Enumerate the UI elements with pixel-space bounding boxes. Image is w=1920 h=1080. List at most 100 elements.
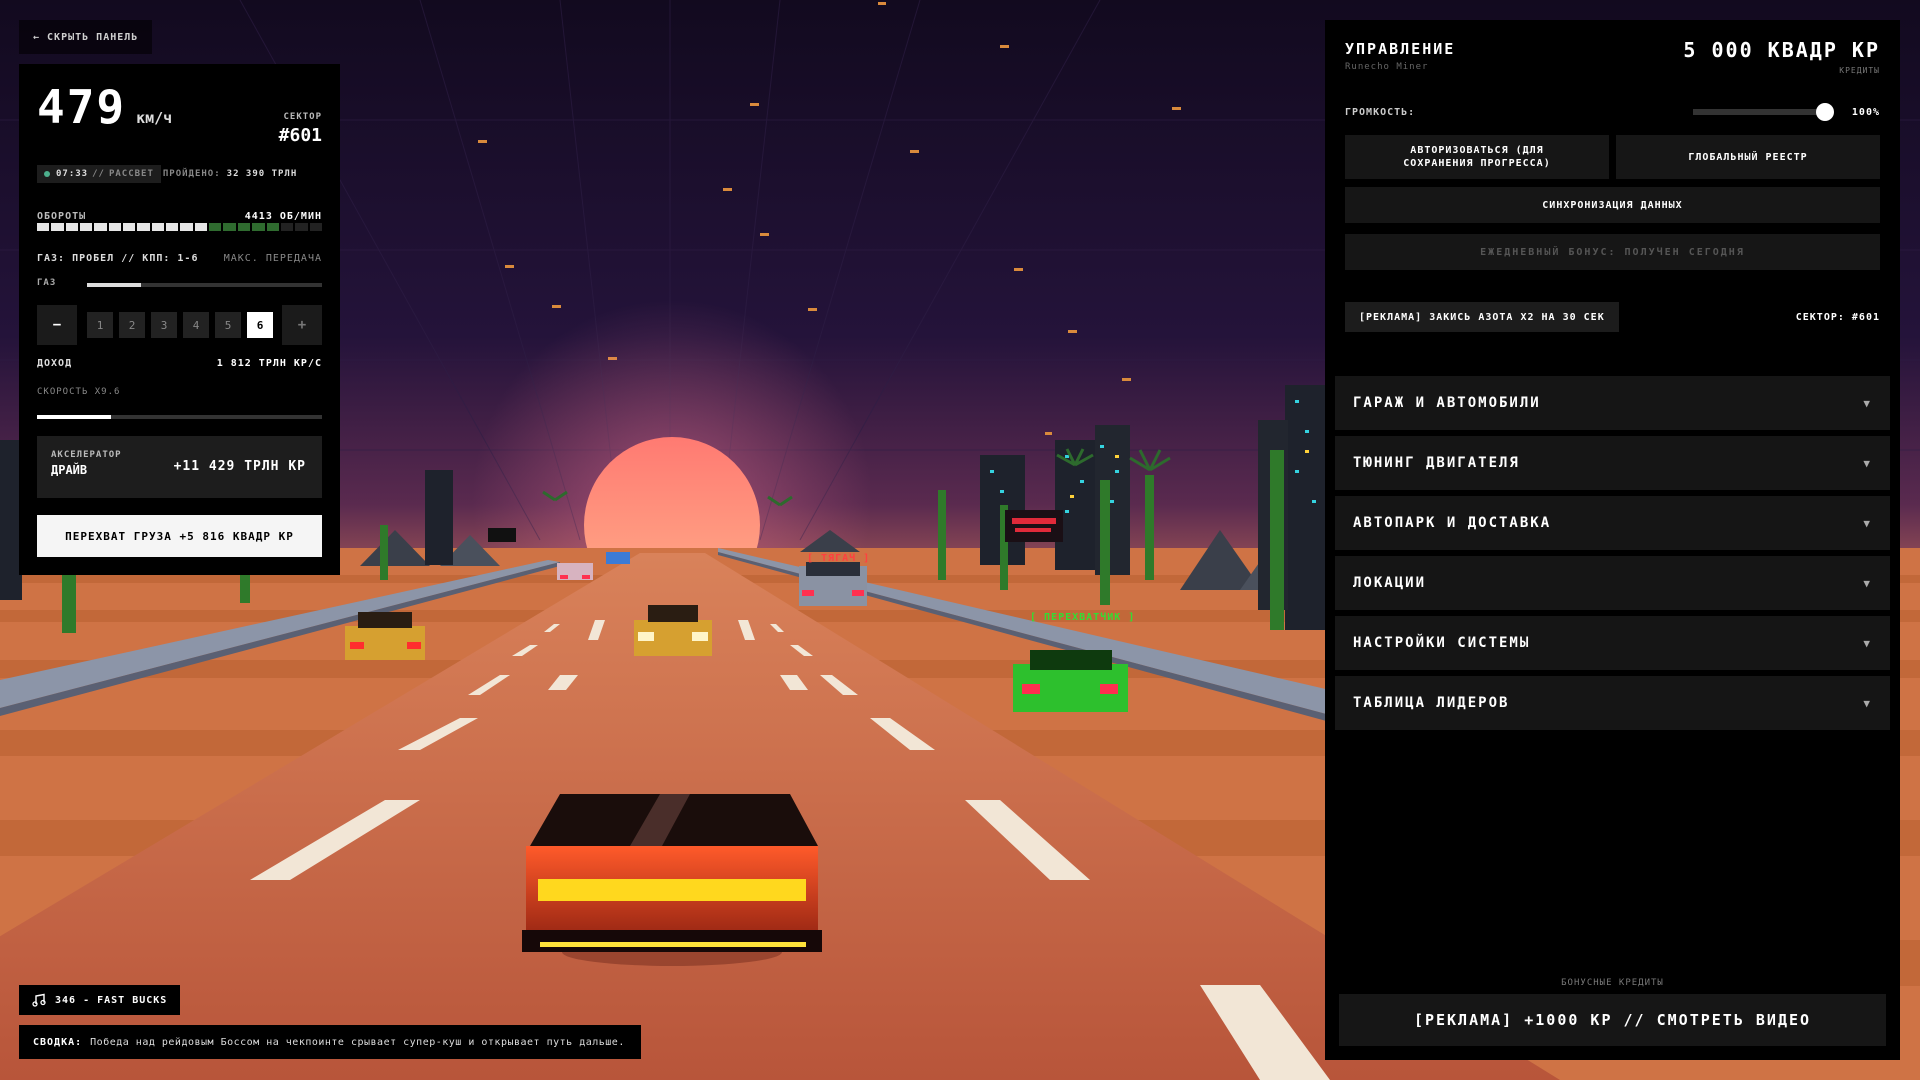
volume-control: ГРОМКОСТЬ: 100% <box>1345 102 1880 122</box>
gear-3-button[interactable]: 3 <box>151 312 177 338</box>
hide-panel-button[interactable]: ← СКРЫТЬ ПАНЕЛЬ <box>19 20 153 54</box>
daily-bonus-button: ЕЖЕДНЕВНЫЙ БОНУС: ПОЛУЧЕН СЕГОДНЯ <box>1345 234 1880 270</box>
sector-display: СЕКТОР #601 <box>279 112 322 146</box>
controls-hint-row: ГАЗ: ПРОБЕЛ // КПП: 1-6 МАКС. ПЕРЕДАЧА <box>37 253 322 264</box>
tow-truck-tag: [ ТЯГАЧ ] <box>807 552 870 564</box>
chevron-down-icon: ▼ <box>1863 396 1872 410</box>
passed-value: 32 390 ТРЛН <box>226 169 298 179</box>
volume-slider-knob[interactable] <box>1816 103 1834 121</box>
income-value: 1 812 ТРЛН КР/С <box>216 358 322 369</box>
rpm-segment <box>51 223 64 231</box>
panel-title: УПРАВЛЕНИЕ <box>1345 40 1456 58</box>
section-1-toggle[interactable]: ГАРАЖ И АВТОМОБИЛИ ▼ <box>1335 376 1890 430</box>
accelerator-card: АКСЕЛЕРАТОР ДРАЙВ +11 429 ТРЛН КР <box>37 436 322 498</box>
section-6-toggle[interactable]: ТАБЛИЦА ЛИДЕРОВ ▼ <box>1335 676 1890 730</box>
section-label: ТЮНИНГ ДВИГАТЕЛЯ <box>1353 455 1520 471</box>
sector-label: СЕКТОР <box>283 112 322 122</box>
section-label: НАСТРОЙКИ СИСТЕМЫ <box>1353 635 1531 651</box>
credits-display: 5 000 КВАДР КР КРЕДИТЫ <box>1683 38 1880 75</box>
rpm-segment <box>280 223 294 231</box>
sync-data-button[interactable]: СИНХРОНИЗАЦИЯ ДАННЫХ <box>1345 187 1880 223</box>
section-3-toggle[interactable]: АВТОПАРК И ДОСТАВКА ▼ <box>1335 496 1890 550</box>
sector-value: #601 <box>278 125 322 146</box>
track-title: 346 - FAST BUCKS <box>55 994 168 1006</box>
gear-5-button[interactable]: 5 <box>215 312 241 338</box>
player-car <box>522 794 822 966</box>
summary-bar: СВОДКА: Победа над рейдовым Боссом на че… <box>19 1025 641 1059</box>
rpm-value: 4413 ОБ/МИН <box>244 211 322 222</box>
speed-mult-row: СКОРОСТЬ X9.6 <box>37 387 322 397</box>
speed-value: 479 <box>37 80 127 134</box>
rpm-segment <box>209 223 222 231</box>
rpm-segment <box>123 223 136 231</box>
income-row: ДОХОД 1 812 ТРЛН КР/С <box>37 358 322 369</box>
panel-header: УПРАВЛЕНИЕ Runecho Miner <box>1345 40 1455 72</box>
bonus-credits-label: БОНУСНЫЕ КРЕДИТЫ <box>1561 978 1664 988</box>
gas-row: ГАЗ <box>37 278 77 288</box>
accelerator-value: +11 429 ТРЛН КР <box>173 459 306 474</box>
rpm-segment <box>252 223 265 231</box>
speed-unit: км/ч <box>136 109 173 127</box>
summary-text: Победа над рейдовым Боссом на чекпоинте … <box>90 1036 625 1048</box>
chevron-down-icon: ▼ <box>1863 456 1872 470</box>
speed-mult-bar <box>37 415 322 419</box>
gear-4-button[interactable]: 4 <box>183 312 209 338</box>
rpm-segment <box>194 223 208 231</box>
passed-label: ПРОЙДЕНО: <box>162 169 221 179</box>
section-4-toggle[interactable]: ЛОКАЦИИ ▼ <box>1335 556 1890 610</box>
section-label: АВТОПАРК И ДОСТАВКА <box>1353 515 1552 531</box>
rpm-segment <box>166 223 179 231</box>
speed-mult-fill <box>37 415 112 419</box>
rpm-segment <box>80 223 93 231</box>
hud-panel: 479 км/ч СЕКТОР #601 07:33 // РАССВЕТ ПР… <box>19 64 340 575</box>
global-registry-button[interactable]: ГЛОБАЛЬНЫЙ РЕЕСТР <box>1616 135 1880 179</box>
credits-value: 5 000 КВАДР КР <box>1683 38 1880 62</box>
gear-1-button[interactable]: 1 <box>87 312 113 338</box>
rpm-segment <box>180 223 193 231</box>
watch-ad-bonus-button[interactable]: [РЕКЛАМА] +1000 КР // СМОТРЕТЬ ВИДЕО <box>1339 994 1886 1046</box>
time-value: 07:33 <box>56 169 89 179</box>
intercept-cargo-button[interactable]: ПЕРЕХВАТ ГРУЗА +5 816 КВАДР КР <box>37 515 322 557</box>
section-label: ГАРАЖ И АВТОМОБИЛИ <box>1353 395 1541 411</box>
gas-bar <box>87 283 322 287</box>
music-widget[interactable]: 346 - FAST BUCKS <box>19 985 181 1015</box>
rpm-label: ОБОРОТЫ <box>37 211 87 222</box>
gear-up-button[interactable]: + <box>282 305 322 345</box>
time-bar: 07:33 // РАССВЕТ ПРОЙДЕНО: 32 390 ТРЛН <box>37 165 322 183</box>
income-label: ДОХОД <box>37 358 73 369</box>
section-2-toggle[interactable]: ТЮНИНГ ДВИГАТЕЛЯ ▼ <box>1335 436 1890 490</box>
time-separator: // <box>92 169 105 179</box>
volume-slider-track[interactable] <box>1693 109 1823 115</box>
time-status-dot <box>44 171 50 177</box>
ad-nitro-button[interactable]: [РЕКЛАМА] ЗАКИСЬ АЗОТА X2 НА 30 СЕК <box>1345 302 1619 332</box>
gas-hint: ГАЗ: ПРОБЕЛ // КПП: 1-6 <box>37 253 199 264</box>
rpm-segment <box>237 223 251 231</box>
gear-selector: 123456 <box>87 312 273 338</box>
rpm-segment <box>137 223 150 231</box>
speed-mult-label: СКОРОСТЬ X9.6 <box>37 387 121 397</box>
rpm-segment <box>223 223 236 231</box>
chevron-down-icon: ▼ <box>1863 576 1872 590</box>
rpm-segment <box>94 223 107 231</box>
auth-button[interactable]: АВТОРИЗОВАТЬСЯ (ДЛЯ СОХРАНЕНИЯ ПРОГРЕССА… <box>1345 135 1609 179</box>
summary-label: СВОДКА: <box>33 1036 83 1048</box>
gas-bar-fill <box>87 283 142 287</box>
rpm-row: ОБОРОТЫ 4413 ОБ/МИН <box>37 211 322 222</box>
gas-label: ГАЗ <box>37 278 57 288</box>
rpm-segment <box>266 223 279 231</box>
time-phase: РАССВЕТ <box>108 169 154 179</box>
panel-sector: СЕКТОР: #601 <box>1795 312 1880 323</box>
chevron-down-icon: ▼ <box>1863 636 1872 650</box>
control-panel: УПРАВЛЕНИЕ Runecho Miner 5 000 КВАДР КР … <box>1325 20 1900 1060</box>
chevron-down-icon: ▼ <box>1863 516 1872 530</box>
section-label: ЛОКАЦИИ <box>1353 575 1427 591</box>
gear-6-button[interactable]: 6 <box>247 312 273 338</box>
volume-value: 100% <box>1851 106 1880 118</box>
panel-subtitle: Runecho Miner <box>1345 62 1429 72</box>
section-5-toggle[interactable]: НАСТРОЙКИ СИСТЕМЫ ▼ <box>1335 616 1890 670</box>
rpm-segment <box>65 223 79 231</box>
gear-down-button[interactable]: − <box>37 305 77 345</box>
gear-2-button[interactable]: 2 <box>119 312 145 338</box>
rpm-segment <box>295 223 308 231</box>
rpm-segment <box>309 223 322 231</box>
